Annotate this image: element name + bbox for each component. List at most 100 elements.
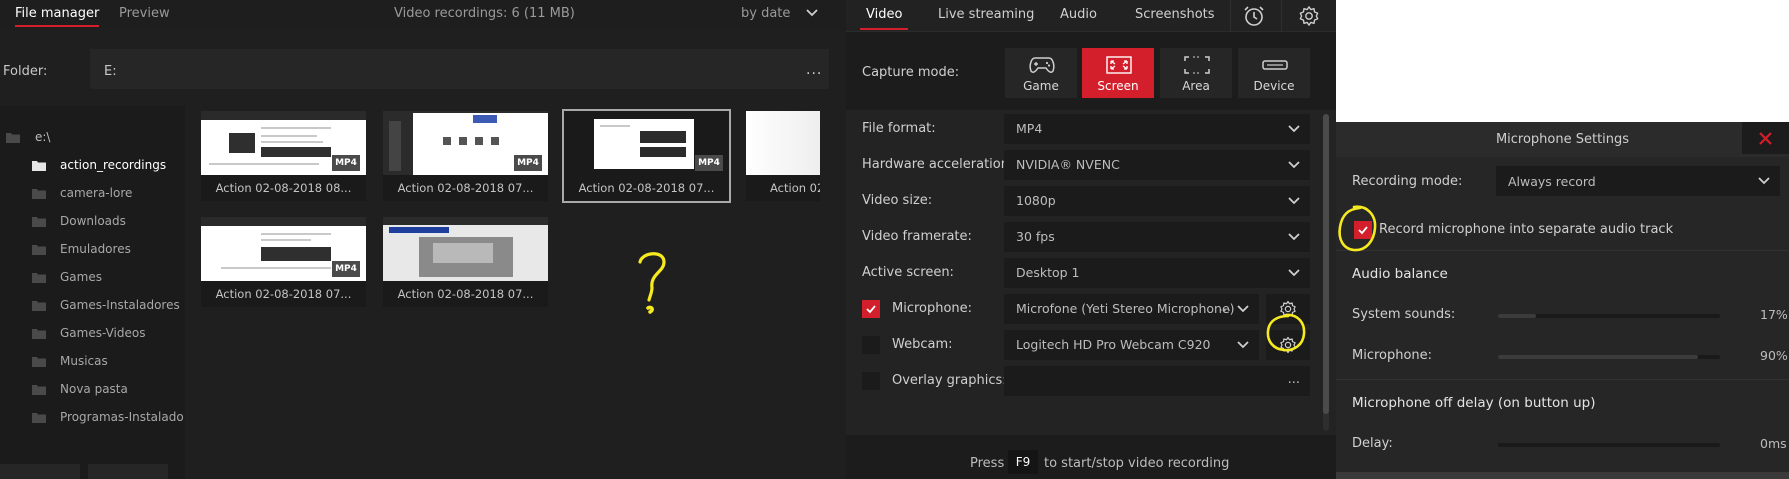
folder-icon xyxy=(32,328,46,339)
delay-value: 0ms xyxy=(1760,436,1787,451)
question-mark-annotation xyxy=(630,248,674,320)
delay-slider[interactable] xyxy=(1498,443,1720,447)
system-sounds-slider[interactable] xyxy=(1498,314,1720,318)
capture-game-button[interactable]: Game xyxy=(1005,48,1077,98)
webcam-checkbox[interactable] xyxy=(862,336,880,354)
tab-preview[interactable]: Preview xyxy=(119,6,170,21)
folder-icon xyxy=(6,132,20,143)
capture-screen-button[interactable]: Screen xyxy=(1082,48,1154,98)
tree-item-action-recordings[interactable]: action_recordings xyxy=(0,152,185,180)
microphone-level-slider[interactable] xyxy=(1498,355,1720,359)
tree-item-label: e:\ xyxy=(35,130,51,144)
thumbnail-caption: Action 02-08-2018 07... xyxy=(201,281,366,307)
tree-item-label: camera-lore xyxy=(60,186,133,200)
recording-thumbnail[interactable]: MP4 Action 02-08-2018 07... xyxy=(199,215,368,309)
webcam-value: Logitech HD Pro Webcam C920 xyxy=(1016,337,1211,352)
capture-device-label: Device xyxy=(1253,79,1295,93)
framerate-label: Video framerate: xyxy=(862,229,972,244)
recording-thumbnail[interactable]: Action 02-08-2018 07... xyxy=(381,215,550,309)
tree-item-games-instaladores[interactable]: Games-Instaladores xyxy=(0,292,185,320)
recording-thumbnail[interactable]: MP4 Action 02-08-2018 08... xyxy=(199,109,368,203)
folder-icon xyxy=(32,160,46,171)
tab-video[interactable]: Video xyxy=(859,7,909,30)
hotkey-hint-text: to start/stop video recording xyxy=(1044,456,1230,471)
tree-item-root[interactable]: e:\ xyxy=(0,124,185,152)
overlay-checkbox[interactable] xyxy=(862,372,880,390)
microphone-level-label: Microphone: xyxy=(1352,348,1433,363)
tree-item-emuladores[interactable]: Emuladores xyxy=(0,236,185,264)
file-format-label: File format: xyxy=(862,121,936,136)
microphone-checkbox[interactable] xyxy=(862,300,880,318)
video-size-select[interactable]: 1080p xyxy=(1004,186,1310,216)
tree-add-button[interactable] xyxy=(0,464,80,479)
tree-item-nova-pasta[interactable]: Nova pasta xyxy=(0,376,185,404)
microphone-level-percent: 90% xyxy=(1760,348,1788,363)
setting-active-screen: Active screen: Desktop 1 xyxy=(846,254,1320,290)
tab-file-manager[interactable]: File manager xyxy=(15,6,100,27)
tree-item-musicas[interactable]: Musicas xyxy=(0,348,185,376)
thumbnail-caption: Action 02-08-2018 08... xyxy=(201,175,366,201)
recording-thumbnail[interactable]: MP4 Action 02-08-2018 07... xyxy=(381,109,550,203)
overlay-label: Overlay graphics: xyxy=(892,373,1007,388)
device-icon xyxy=(1262,56,1288,74)
folder-icon xyxy=(32,300,46,311)
gear-icon[interactable] xyxy=(1298,5,1320,27)
sort-select[interactable]: by date xyxy=(741,6,790,21)
recording-thumbnail-selected[interactable]: MP4 Action 02-08-2018 07... xyxy=(562,109,731,203)
settings-scrollbar-thumb[interactable] xyxy=(1323,114,1329,414)
chevron-down-icon xyxy=(1288,197,1300,205)
recording-mode-select[interactable]: Always record xyxy=(1496,166,1780,196)
folder-tree: e:\ action_recordings camera-lore Downlo… xyxy=(0,106,185,479)
alarm-clock-icon[interactable] xyxy=(1242,5,1266,27)
section-divider xyxy=(1336,379,1789,380)
tree-item-label: Nova pasta xyxy=(60,382,128,396)
chevron-down-icon xyxy=(1288,125,1300,133)
recording-mode-label: Recording mode: xyxy=(1352,174,1463,189)
dialog-close-button[interactable] xyxy=(1742,122,1789,154)
active-screen-select[interactable]: Desktop 1 xyxy=(1004,258,1310,288)
file-format-select[interactable]: MP4 xyxy=(1004,114,1310,144)
video-size-label: Video size: xyxy=(862,193,933,208)
tree-item-games-videos[interactable]: Games-Videos xyxy=(0,320,185,348)
capture-device-button[interactable]: Device xyxy=(1238,48,1310,98)
folder-path-field[interactable] xyxy=(90,49,829,89)
chevron-down-icon[interactable] xyxy=(806,9,818,17)
overlay-browse-button[interactable]: ... xyxy=(1288,372,1300,387)
tree-item-camera-lore[interactable]: camera-lore xyxy=(0,180,185,208)
tree-item-downloads[interactable]: Downloads xyxy=(0,208,185,236)
overlay-select[interactable]: ... xyxy=(1004,366,1310,396)
capture-area-label: Area xyxy=(1182,79,1210,93)
tab-live-streaming[interactable]: Live streaming xyxy=(938,7,1034,22)
setting-video-size: Video size: 1080p xyxy=(846,182,1320,218)
active-screen-value: Desktop 1 xyxy=(1016,265,1080,280)
tab-audio[interactable]: Audio xyxy=(1060,7,1097,22)
setting-video-framerate: Video framerate: 30 fps xyxy=(846,218,1320,254)
framerate-select[interactable]: 30 fps xyxy=(1004,222,1310,252)
webcam-select[interactable]: Logitech HD Pro Webcam C920 xyxy=(1004,330,1259,360)
off-delay-header: Microphone off delay (on button up) xyxy=(1352,395,1596,411)
chevron-down-icon xyxy=(1758,177,1770,185)
tree-remove-button[interactable] xyxy=(88,464,168,479)
folder-label: Folder: xyxy=(3,64,48,79)
thumbnail-caption: Action 02-08-2018 07... xyxy=(383,281,548,307)
recording-mode-value: Always record xyxy=(1508,174,1596,189)
tree-item-programas-instalado[interactable]: Programas-Instalado xyxy=(0,404,185,432)
microphone-select[interactable]: Microfone (Yeti Stereo Microphone) ... xyxy=(1004,294,1259,324)
microphone-more: ... xyxy=(1218,300,1231,315)
tree-item-games[interactable]: Games xyxy=(0,264,185,292)
folder-browse-button[interactable]: ... xyxy=(806,62,822,78)
folder-icon xyxy=(32,384,46,395)
recording-thumbnail[interactable]: Action 02 xyxy=(744,109,820,203)
folder-icon xyxy=(32,356,46,367)
setting-hardware-acceleration: Hardware acceleration: NVIDIA® NVENC xyxy=(846,146,1320,182)
file-manager-panel: File manager Preview Video recordings: 6… xyxy=(0,0,846,479)
tab-screenshots[interactable]: Screenshots xyxy=(1135,7,1215,22)
folder-icon xyxy=(32,244,46,255)
separate-track-label: Record microphone into separate audio tr… xyxy=(1379,222,1674,237)
recording-hotkey-hint: Press F9 to start/stop video recording xyxy=(846,446,1336,479)
setting-webcam: Webcam: Logitech HD Pro Webcam C920 xyxy=(846,326,1320,362)
screen-capture-icon xyxy=(1106,56,1132,74)
hw-accel-select[interactable]: NVIDIA® NVENC xyxy=(1004,150,1310,180)
capture-area-button[interactable]: Area xyxy=(1160,48,1232,98)
gear-highlight-annotation xyxy=(1264,311,1308,355)
